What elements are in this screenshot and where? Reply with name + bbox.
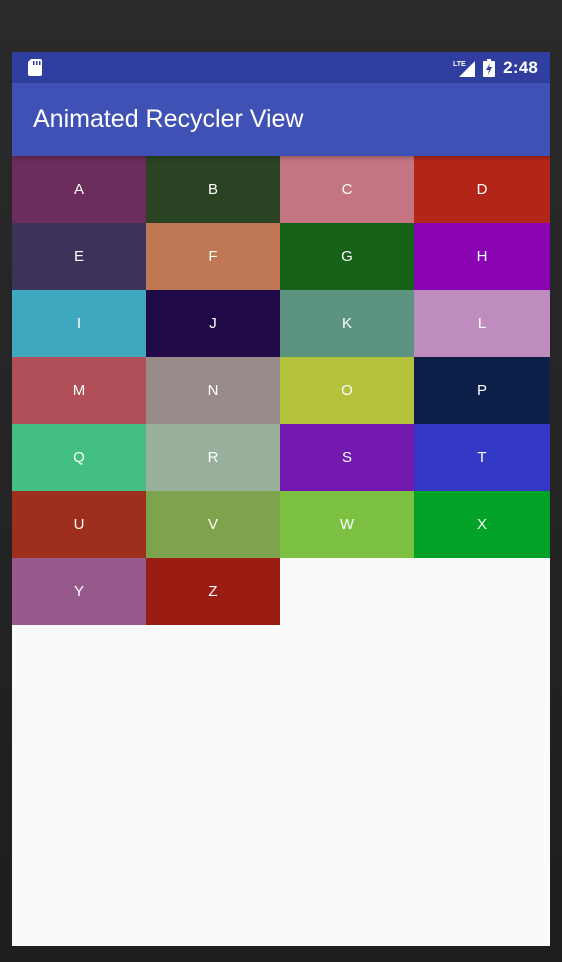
app-title: Animated Recycler View <box>33 105 304 133</box>
grid-tile-l[interactable]: L <box>414 290 550 357</box>
lte-label: LTE <box>453 61 466 68</box>
tile-label: E <box>73 248 84 265</box>
grid-tile-q[interactable]: Q <box>12 424 146 491</box>
grid-tile-a[interactable]: A <box>12 156 146 223</box>
grid-tile-s[interactable]: S <box>280 424 414 491</box>
tile-label: R <box>207 449 219 466</box>
grid-tile-d[interactable]: D <box>414 156 550 223</box>
tile-label: K <box>341 315 352 332</box>
tile-label: U <box>73 516 85 533</box>
grid-tile-m[interactable]: M <box>12 357 146 424</box>
tile-label: M <box>72 382 86 399</box>
grid-tile-b[interactable]: B <box>146 156 280 223</box>
grid-tile-t[interactable]: T <box>414 424 550 491</box>
tile-label: S <box>341 449 352 466</box>
tile-label: V <box>207 516 218 533</box>
grid-tile-r[interactable]: R <box>146 424 280 491</box>
tile-label: P <box>476 382 487 399</box>
status-bar: LTE 2:48 <box>12 52 550 83</box>
grid-tile-k[interactable]: K <box>280 290 414 357</box>
grid-tile-x[interactable]: X <box>414 491 550 558</box>
tile-label: J <box>209 315 217 332</box>
tile-label: X <box>476 516 487 533</box>
lte-signal-icon: LTE <box>453 60 476 77</box>
tile-label: W <box>339 516 355 533</box>
tile-label: B <box>207 181 218 198</box>
app-screen: LTE 2:48 Animated Recycler View A B C D E F G H… <box>12 52 550 946</box>
tile-label: L <box>477 315 487 332</box>
grid-tile-n[interactable]: N <box>146 357 280 424</box>
grid-tile-f[interactable]: F <box>146 223 280 290</box>
grid-tile-h[interactable]: H <box>414 223 550 290</box>
app-bar: Animated Recycler View <box>12 83 550 156</box>
grid-tile-i[interactable]: I <box>12 290 146 357</box>
grid-tile-v[interactable]: V <box>146 491 280 558</box>
grid-tile-u[interactable]: U <box>12 491 146 558</box>
tile-label: G <box>341 248 353 265</box>
tile-label: O <box>341 382 353 399</box>
tile-label: H <box>476 248 488 265</box>
grid-tile-w[interactable]: W <box>280 491 414 558</box>
tile-label: T <box>477 449 487 466</box>
tile-label: F <box>208 248 218 265</box>
tile-label: D <box>476 181 488 198</box>
grid-tile-z[interactable]: Z <box>146 558 280 625</box>
device-frame: LTE 2:48 Animated Recycler View A B C D E F G H… <box>0 0 562 962</box>
grid-tile-y[interactable]: Y <box>12 558 146 625</box>
tile-label: I <box>76 315 82 332</box>
grid-tile-o[interactable]: O <box>280 357 414 424</box>
sd-card-icon <box>28 59 42 76</box>
status-icons: LTE 2:48 <box>453 52 538 83</box>
tile-label: Z <box>208 583 218 600</box>
battery-charging-icon <box>483 58 496 77</box>
status-time: 2:48 <box>503 57 538 77</box>
grid-tile-c[interactable]: C <box>280 156 414 223</box>
grid-tile-p[interactable]: P <box>414 357 550 424</box>
tile-label: C <box>341 181 353 198</box>
grid-tile-j[interactable]: J <box>146 290 280 357</box>
recycler-grid[interactable]: A B C D E F G H I J K L M N O P Q R S T U V W X Y Z <box>12 156 550 625</box>
tile-label: N <box>207 382 219 399</box>
tile-label: Q <box>73 449 85 466</box>
tile-label: A <box>73 181 84 198</box>
grid-tile-g[interactable]: G <box>280 223 414 290</box>
tile-label: Y <box>73 583 84 600</box>
grid-tile-e[interactable]: E <box>12 223 146 290</box>
